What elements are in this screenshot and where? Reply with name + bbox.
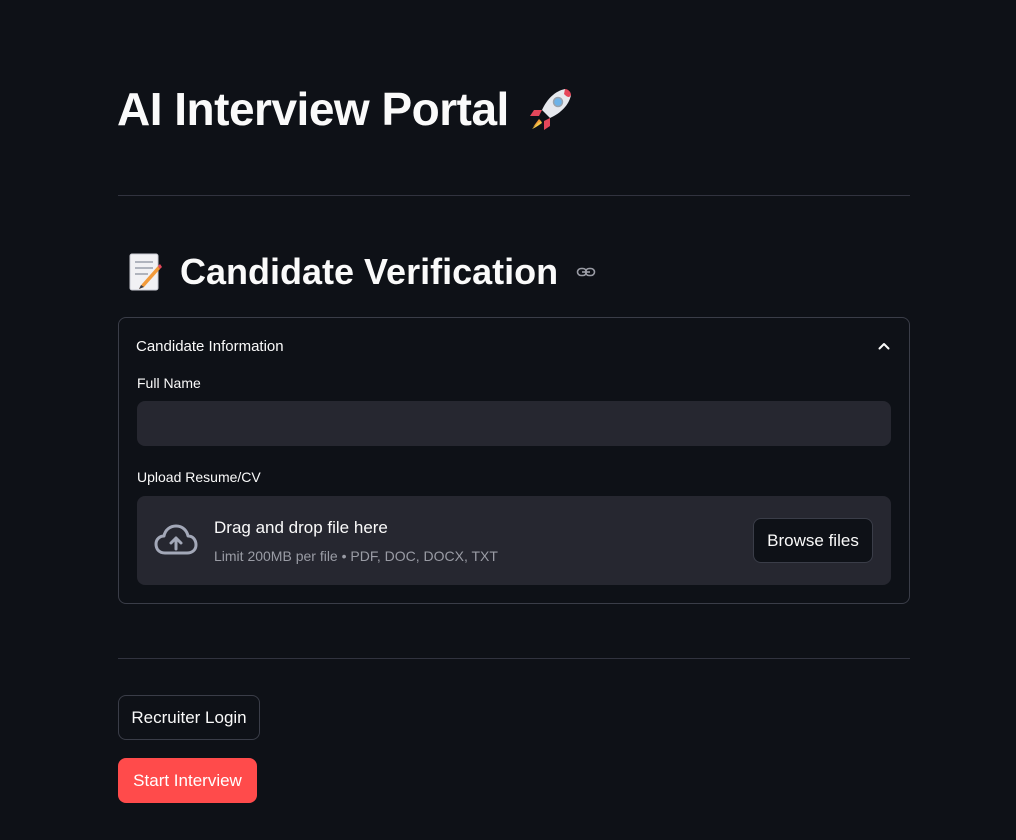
browse-files-button[interactable]: Browse files <box>753 518 873 563</box>
upload-label: Upload Resume/CV <box>137 469 261 485</box>
recruiter-login-button[interactable]: Recruiter Login <box>118 695 260 740</box>
dropzone-title: Drag and drop file here <box>214 518 388 537</box>
expander-label: Candidate Information <box>136 337 284 355</box>
candidate-info-expander: Candidate Information Full Name Upload R… <box>118 317 910 604</box>
full-name-label: Full Name <box>137 375 201 391</box>
page-title: AI Interview Portal <box>117 82 577 136</box>
link-icon[interactable] <box>576 262 596 282</box>
expander-header[interactable]: Candidate Information <box>136 335 892 357</box>
chevron-up-icon[interactable] <box>876 338 892 354</box>
section-heading-text: Candidate Verification <box>180 251 559 292</box>
memo-icon <box>129 253 162 291</box>
top-divider <box>118 195 910 196</box>
full-name-input[interactable] <box>137 401 891 446</box>
page-title-text: AI Interview Portal <box>117 83 509 135</box>
app-page: AI Interview Portal Candidate Verificati… <box>0 0 1016 840</box>
cloud-upload-icon <box>154 524 198 555</box>
dropzone-limit: Limit 200MB per file • PDF, DOC, DOCX, T… <box>214 548 498 564</box>
bottom-divider <box>118 658 910 659</box>
file-dropzone[interactable]: Drag and drop file here Limit 200MB per … <box>137 496 891 585</box>
section-heading: Candidate Verification <box>126 250 596 294</box>
rocket-icon <box>529 89 571 130</box>
start-interview-button[interactable]: Start Interview <box>118 758 257 803</box>
